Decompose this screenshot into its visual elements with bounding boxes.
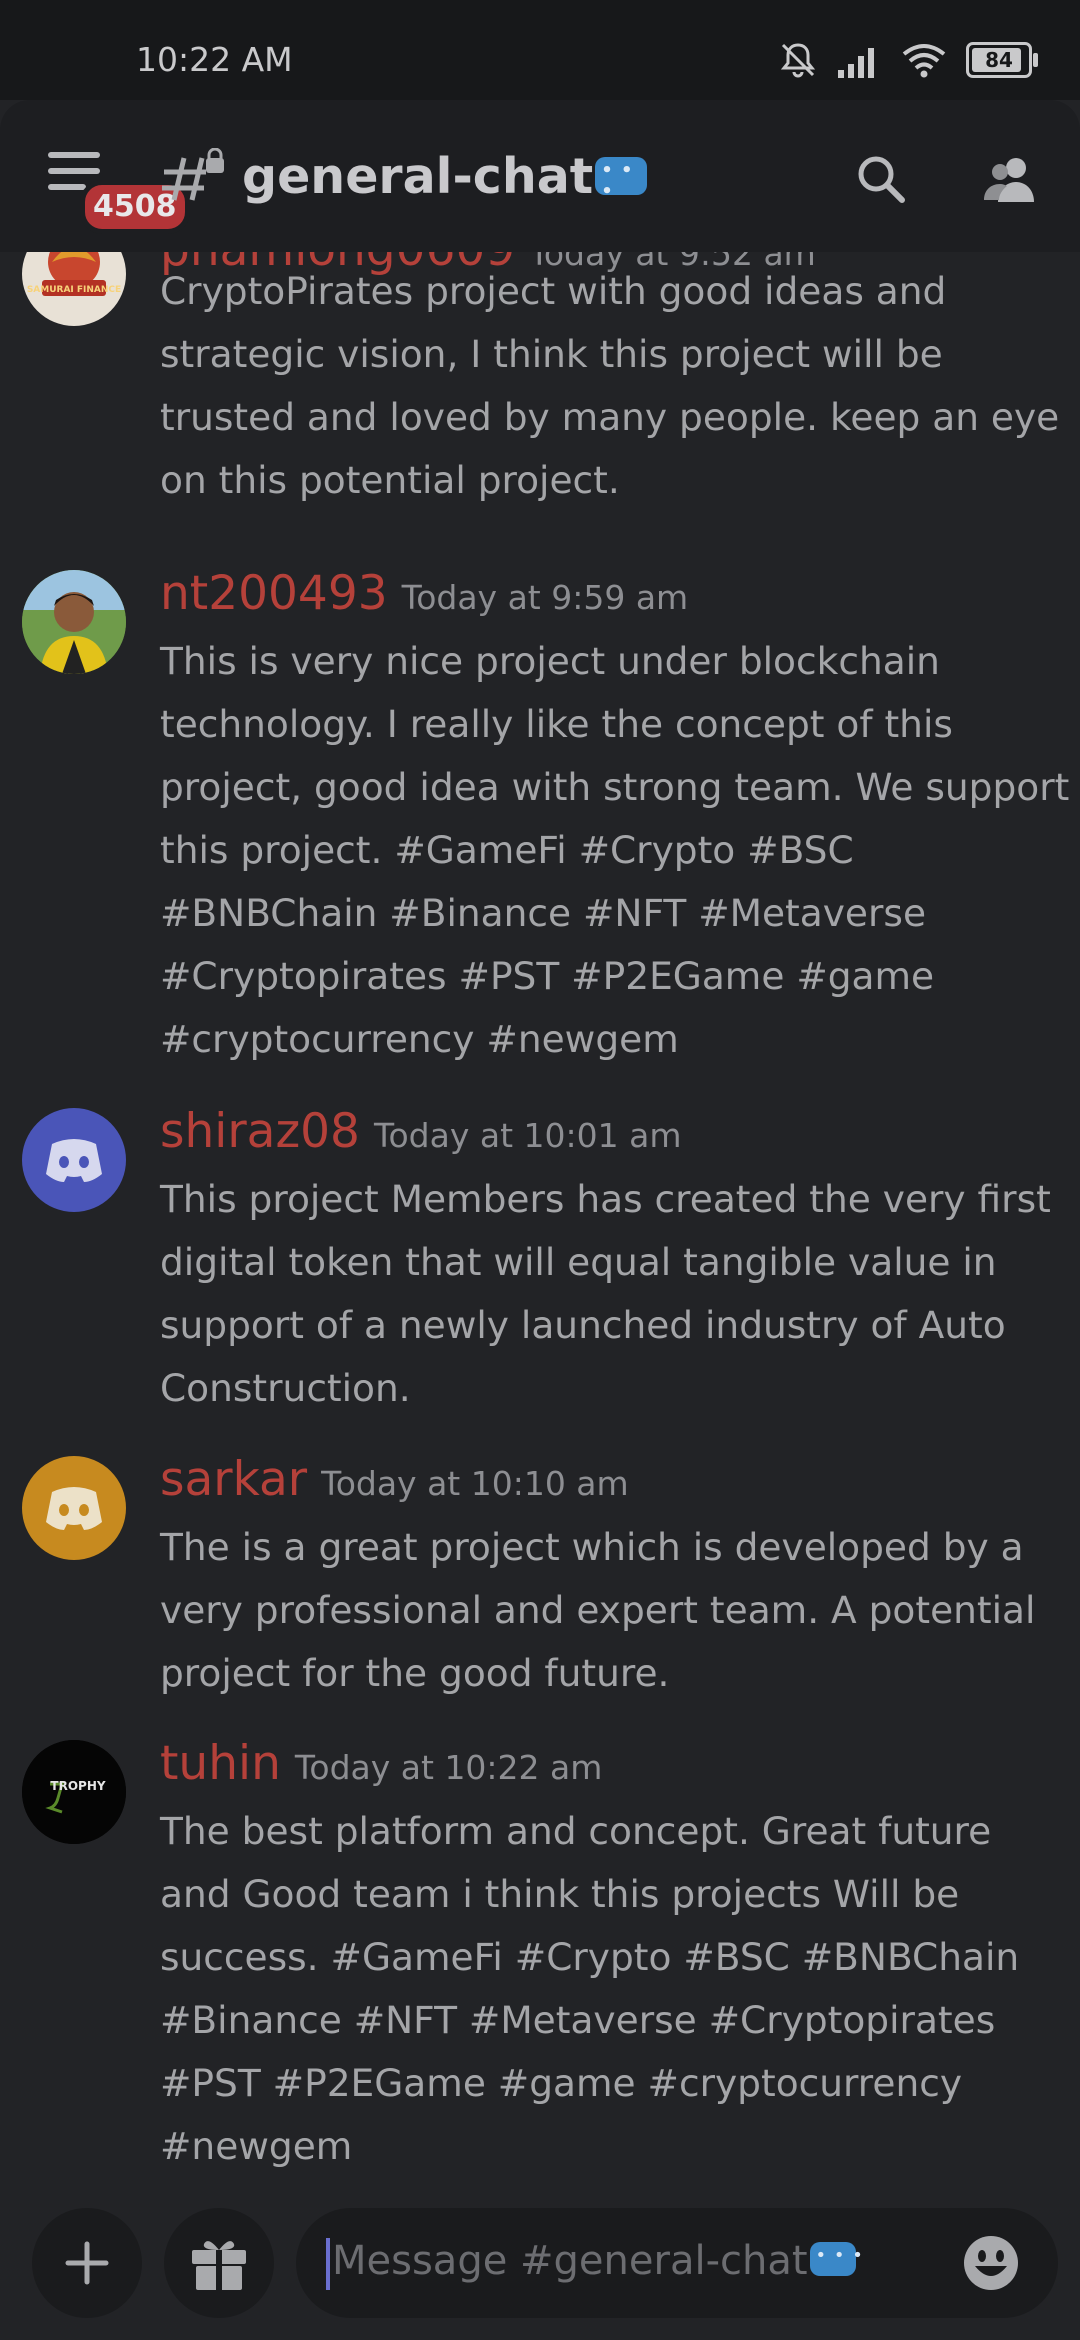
wifi-icon: [902, 44, 946, 78]
channel-title: general-chat: [242, 148, 648, 205]
svg-text:SAMURAI FINANCE: SAMURAI FINANCE: [27, 285, 121, 295]
avatar[interactable]: SAMURAI FINANCE: [22, 252, 126, 326]
speech-bubble-emoji: [809, 2242, 864, 2276]
timestamp: Today at 9:59 am: [401, 578, 689, 617]
battery-icon: 84: [966, 42, 1038, 78]
status-bar: 10:22 AM 84: [0, 0, 1080, 100]
gift-button[interactable]: [164, 2208, 274, 2318]
avatar[interactable]: [22, 1456, 126, 1560]
signal-icon: [838, 48, 874, 78]
timestamp: Today at 10:01 am: [373, 1116, 682, 1155]
message-list[interactable]: SAMURAI FINANCE phamlong0609Today at 9:5…: [0, 252, 1080, 2192]
username[interactable]: sarkar: [160, 1452, 307, 1507]
message-composer: Message #general-chat: [0, 2192, 1080, 2340]
message-header: nt200493 Today at 9:59 am: [160, 566, 688, 621]
avatar[interactable]: [22, 570, 126, 674]
username[interactable]: shiraz08: [160, 1104, 360, 1159]
message-input[interactable]: Message #general-chat: [296, 2208, 1058, 2318]
svg-text:TROPHY: TROPHY: [50, 1779, 105, 1793]
message-header: shiraz08 Today at 10:01 am: [160, 1104, 681, 1159]
username[interactable]: tuhin: [160, 1736, 281, 1791]
channel-name: general-chat: [242, 148, 594, 205]
message-text: The is a great project which is develope…: [160, 1525, 1036, 1695]
channel-header: 4508 general-chat: [0, 100, 1080, 252]
add-attachment-button[interactable]: [32, 2208, 142, 2318]
avatar[interactable]: TROPHY: [22, 1740, 126, 1844]
message-text: This is very nice project under blockcha…: [160, 639, 1070, 1061]
discord-logo-icon: [46, 1487, 102, 1530]
discord-logo-icon: [46, 1139, 102, 1182]
timestamp: Today at 10:10 am: [321, 1464, 629, 1503]
search-icon[interactable]: [852, 150, 912, 210]
battery-level: 84: [985, 48, 1013, 72]
message-text: CryptoPirates project with good ideas an…: [160, 269, 1060, 502]
status-time: 10:22 AM: [136, 40, 293, 79]
speech-bubble-emoji: [595, 156, 648, 202]
members-icon[interactable]: [980, 150, 1040, 210]
channel-hash-lock-icon: [162, 148, 224, 201]
message-text: The best platform and concept. Great fut…: [160, 1809, 1020, 2168]
username[interactable]: nt200493: [160, 566, 388, 621]
message-placeholder: Message #general-chat: [332, 2238, 864, 2284]
timestamp: Today at 10:22 am: [294, 1748, 603, 1787]
gift-icon: [192, 2241, 246, 2290]
message-header: tuhin Today at 10:22 am: [160, 1736, 602, 1791]
avatar[interactable]: [22, 1108, 126, 1212]
message-header: sarkar Today at 10:10 am: [160, 1452, 629, 1507]
text-caret: [326, 2238, 330, 2290]
message-text: This project Members has created the ver…: [160, 1177, 1051, 1410]
emoji-icon[interactable]: [958, 2230, 1024, 2296]
plus-icon: [65, 2241, 109, 2285]
muted-bell-icon: [780, 43, 816, 78]
status-icons: 84: [778, 38, 1038, 82]
